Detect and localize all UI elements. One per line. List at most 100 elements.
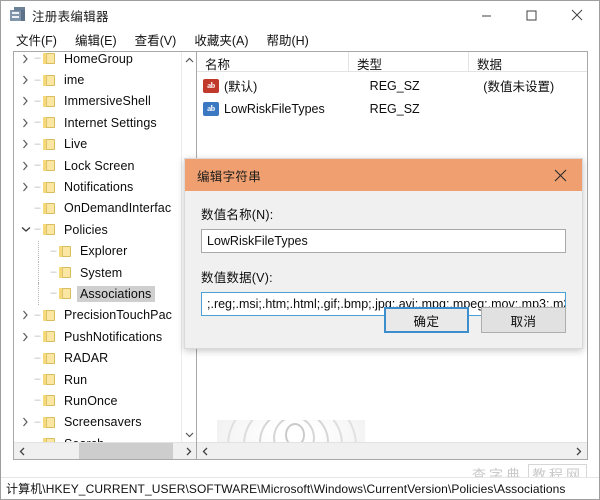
tree-item-internet-settings[interactable]: –Internet Settings [14, 112, 196, 133]
cancel-button[interactable]: 取消 [481, 307, 566, 333]
minimize-button[interactable] [464, 1, 509, 29]
column-header-name[interactable]: 名称 [197, 52, 349, 72]
folder-icon [42, 52, 57, 65]
tree-item-notifications[interactable]: –Notifications [14, 176, 196, 197]
menu-item-help[interactable]: 帮助(H) [257, 29, 317, 51]
scroll-left-icon[interactable] [14, 443, 31, 460]
window-title: 注册表编辑器 [32, 6, 109, 25]
tree-connector: – [33, 70, 42, 91]
tree-item-label: OnDemandInterfac [61, 200, 175, 216]
chevron-right-icon[interactable] [18, 155, 33, 176]
registry-editor-window: 注册表编辑器 文件(F) 编辑(E) 查看(V) 收藏夹(A) 帮助(H) –H… [0, 0, 600, 500]
folder-icon [42, 74, 57, 87]
scroll-up-icon[interactable] [182, 52, 196, 68]
tree-item-policies[interactable]: – Policies [14, 219, 196, 240]
menu-item-view[interactable]: 查看(V) [126, 29, 186, 51]
tree-item-label: Internet Settings [61, 115, 161, 131]
value-name-input[interactable]: LowRiskFileTypes [201, 229, 566, 253]
tree-connector: – [49, 283, 58, 304]
tree-item-precisiontouchpac[interactable]: –PrecisionTouchPac [14, 305, 196, 326]
folder-icon [42, 373, 57, 386]
value-type-cell: REG_SZ [362, 79, 476, 93]
tree-item-run[interactable]: – Run [14, 369, 196, 390]
scroll-right-icon[interactable] [180, 443, 196, 460]
tree-hscroll-track[interactable] [31, 443, 180, 460]
tree-item-radar[interactable]: –RADAR [14, 347, 196, 368]
tree-connector: – [33, 326, 42, 347]
chevron-right-icon[interactable] [18, 112, 33, 133]
tree-hscroll-thumb[interactable] [79, 443, 173, 460]
dialog-title: 编辑字符串 [197, 166, 261, 185]
tree-item-ondemandinterfac[interactable]: –OnDemandInterfac [14, 198, 196, 219]
tree-connector: – [33, 369, 42, 390]
value-row[interactable]: ab (默认)REG_SZ(数值未设置) [197, 74, 587, 97]
ab-string-icon: ab [203, 79, 219, 93]
menu-item-edit[interactable]: 编辑(E) [66, 29, 126, 51]
tree-item-label: Policies [61, 222, 112, 238]
chevron-right-icon[interactable] [18, 412, 33, 433]
chevron-right-icon[interactable] [18, 305, 33, 326]
column-header-data[interactable]: 数据 [469, 52, 587, 72]
registry-path: 计算机\HKEY_CURRENT_USER\SOFTWARE\Microsoft… [6, 480, 566, 497]
chevron-right-icon[interactable] [18, 134, 33, 155]
tree-item-lock-screen[interactable]: –Lock Screen [14, 155, 196, 176]
maximize-button[interactable] [509, 1, 554, 29]
tree-item-homegroup[interactable]: –HomeGroup [14, 52, 196, 69]
chevron-right-icon[interactable] [18, 326, 33, 347]
tree-item-ime[interactable]: –ime [14, 69, 196, 90]
tree-item-label: System [77, 265, 126, 281]
scroll-down-icon[interactable] [182, 426, 196, 442]
tree-connector: – [49, 262, 58, 283]
tree-item-search[interactable]: –Search [14, 433, 196, 442]
tree-item-label: PrecisionTouchPac [61, 307, 176, 323]
column-header-type[interactable]: 类型 [349, 52, 469, 72]
chevron-right-icon[interactable] [18, 91, 33, 112]
tree-item-system[interactable]: – System [14, 262, 196, 283]
value-name-cell: (默认) [224, 76, 362, 95]
tree-horizontal-scrollbar[interactable] [14, 442, 196, 459]
registry-tree[interactable]: –HomeGroup–ime–ImmersiveShell–Internet S… [14, 52, 196, 442]
value-data-cell: (数值未设置) [475, 76, 587, 95]
folder-icon [42, 202, 57, 215]
chevron-right-icon[interactable] [18, 177, 33, 198]
folder-icon [42, 309, 57, 322]
tree-item-runonce[interactable]: –RunOnce [14, 390, 196, 411]
tree-connector: – [33, 433, 42, 442]
values-list-header: 名称 类型 数据 [197, 52, 587, 72]
tree-item-label: Run [61, 372, 91, 388]
tree-item-live[interactable]: –Live [14, 134, 196, 155]
value-row[interactable]: abLowRiskFileTypesREG_SZ [197, 97, 587, 120]
tree-item-label: Screensavers [61, 414, 146, 430]
tree-item-screensavers[interactable]: –Screensavers [14, 412, 196, 433]
folder-icon [58, 287, 73, 300]
status-bar: 计算机\HKEY_CURRENT_USER\SOFTWARE\Microsoft… [1, 477, 599, 499]
folder-icon [42, 95, 57, 108]
chevron-right-icon[interactable] [18, 70, 33, 91]
menu-item-favorites[interactable]: 收藏夹(A) [185, 29, 257, 51]
tree-expander-placeholder [18, 198, 33, 219]
tree-item-explorer[interactable]: –Explorer [14, 241, 196, 262]
tree-guide-line [38, 241, 39, 262]
list-hscroll-track[interactable] [214, 443, 570, 460]
chevron-right-icon[interactable] [18, 52, 33, 69]
ok-button[interactable]: 确定 [384, 307, 469, 333]
list-horizontal-scrollbar[interactable] [197, 442, 587, 459]
tree-connector: – [33, 91, 42, 112]
tree-item-label: Live [61, 136, 91, 152]
list-scroll-left-icon[interactable] [197, 443, 214, 460]
tree-item-pushnotifications[interactable]: –PushNotifications [14, 326, 196, 347]
tree-item-immersiveshell[interactable]: –ImmersiveShell [14, 91, 196, 112]
tree-item-associations[interactable]: – Associations [14, 283, 196, 304]
tree-connector: – [33, 219, 42, 240]
menu-item-file[interactable]: 文件(F) [7, 29, 66, 51]
folder-icon [42, 159, 57, 172]
tree-item-label: Notifications [61, 179, 137, 195]
chevron-down-icon[interactable] [18, 219, 33, 240]
menu-bar: 文件(F) 编辑(E) 查看(V) 收藏夹(A) 帮助(H) [1, 29, 599, 50]
close-button[interactable] [554, 1, 599, 29]
dialog-close-button[interactable] [538, 159, 582, 191]
value-type-cell: REG_SZ [362, 102, 476, 116]
list-scroll-right-icon[interactable] [570, 443, 587, 460]
tree-item-label: HomeGroup [61, 52, 137, 67]
tree-item-label: Associations [77, 286, 155, 302]
